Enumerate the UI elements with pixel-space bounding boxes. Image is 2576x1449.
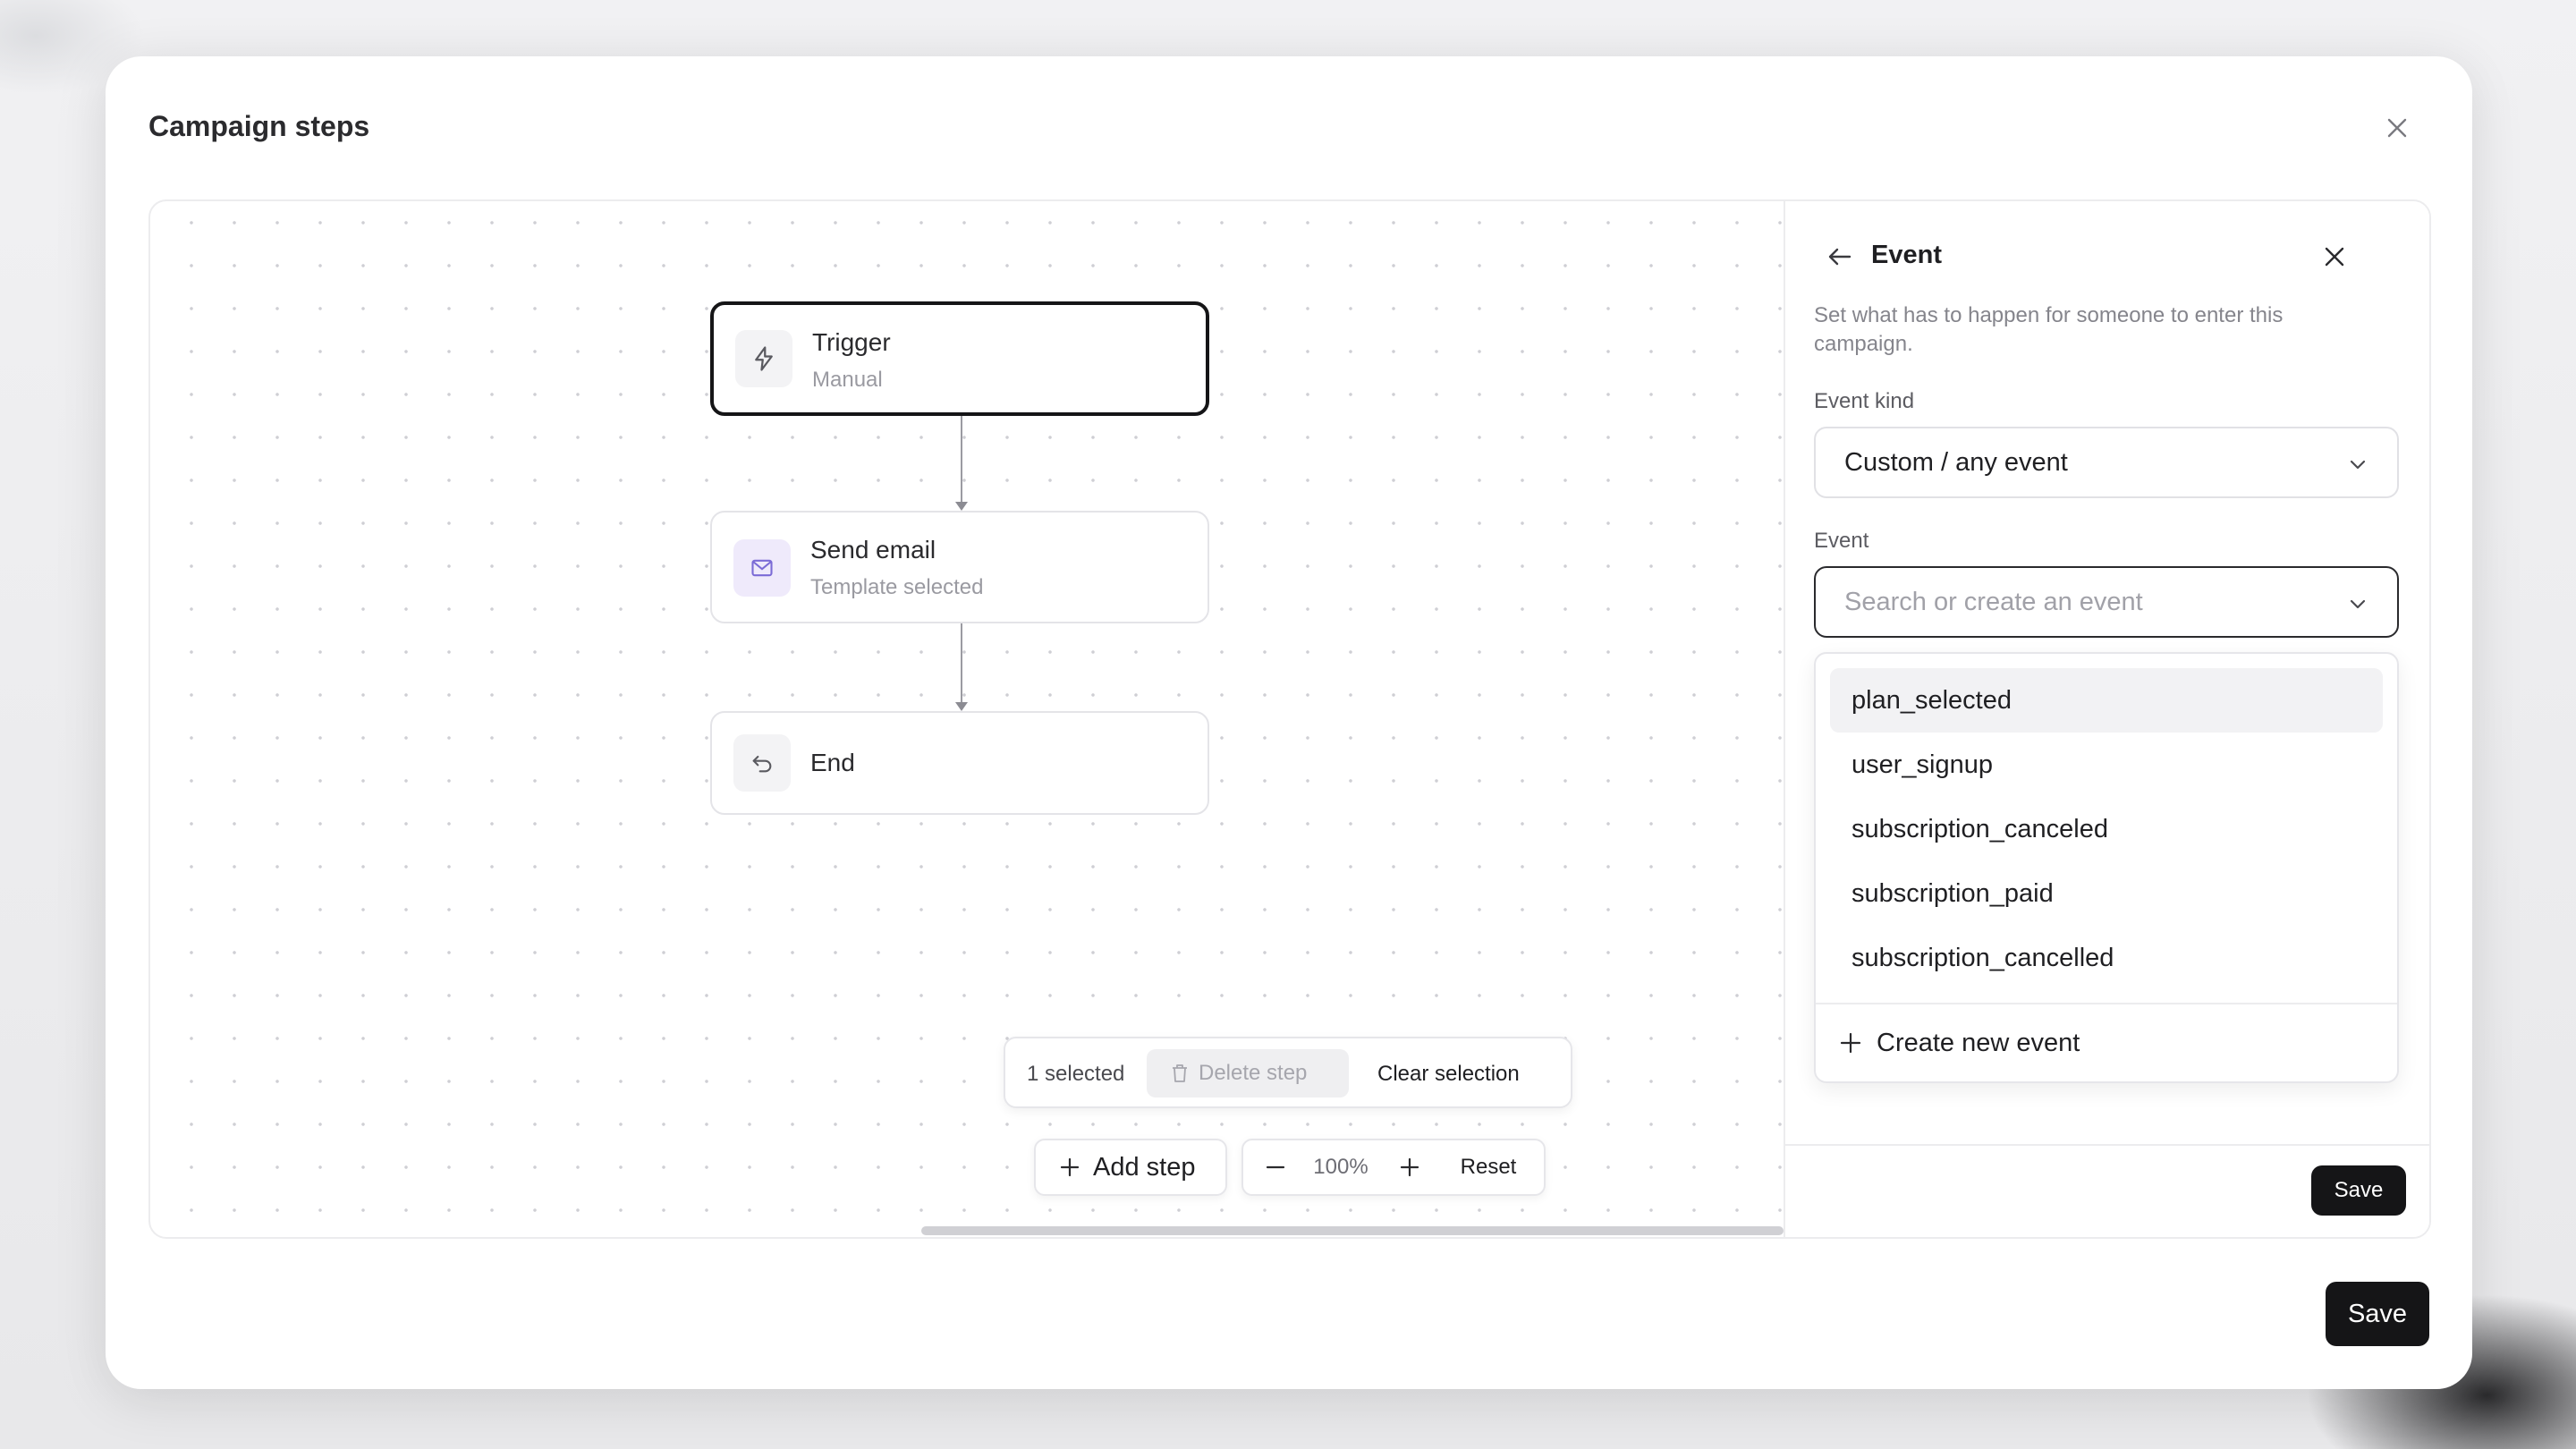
connector-arrow	[955, 502, 968, 511]
create-new-event-label: Create new event	[1877, 1028, 2080, 1057]
connector-line	[961, 623, 962, 706]
back-button[interactable]	[1821, 239, 1857, 275]
delete-step-label: Delete step	[1199, 1061, 1308, 1085]
zoom-out-button[interactable]	[1256, 1140, 1295, 1194]
close-icon	[2387, 118, 2407, 138]
event-option[interactable]: user_signup	[1830, 733, 2383, 797]
node-trigger-icon-box	[735, 330, 792, 387]
event-label: Event	[1814, 529, 1869, 553]
plus-icon	[1400, 1157, 1419, 1177]
connector-arrow	[955, 702, 968, 711]
trash-icon	[1173, 1064, 1187, 1082]
create-new-event-button[interactable]: Create new event	[1839, 1012, 2080, 1074]
dropdown-divider	[1816, 1003, 2397, 1004]
panel-close-button[interactable]	[2317, 239, 2352, 275]
modal-title: Campaign steps	[148, 110, 370, 142]
plus-icon	[1060, 1157, 1080, 1177]
event-search-select[interactable]: Search or create an event	[1814, 566, 2399, 638]
delete-step-button[interactable]: Delete step	[1147, 1049, 1349, 1097]
event-kind-label: Event kind	[1814, 389, 1915, 413]
event-option[interactable]: subscription_canceled	[1830, 797, 2383, 861]
modal-save-button[interactable]: Save	[2326, 1282, 2429, 1346]
reset-zoom-button[interactable]: Reset	[1453, 1140, 1524, 1194]
selection-bar: 1 selected Delete step Clear selection	[1004, 1037, 1572, 1108]
node-trigger[interactable]: Trigger Manual	[710, 301, 1209, 416]
event-kind-select[interactable]: Custom / any event	[1814, 427, 2399, 498]
chevron-down-icon	[2350, 460, 2366, 470]
event-option[interactable]: subscription_cancelled	[1830, 926, 2383, 990]
zoom-controls: 100% Reset	[1241, 1139, 1546, 1196]
node-end[interactable]: End	[710, 711, 1209, 815]
event-panel: Event Set what has to happen for someone…	[1784, 201, 2429, 1237]
add-step-button[interactable]: Add step	[1034, 1139, 1227, 1196]
zoom-level: 100%	[1313, 1155, 1368, 1179]
event-option[interactable]: plan_selected	[1830, 668, 2383, 733]
modal-close-button[interactable]	[2377, 108, 2417, 148]
mail-icon	[751, 559, 773, 577]
connector-line	[961, 416, 962, 505]
node-end-icon-box	[733, 734, 791, 792]
event-search-placeholder: Search or create an event	[1844, 588, 2143, 616]
zoom-in-button[interactable]	[1390, 1140, 1429, 1194]
node-send-email[interactable]: Send email Template selected	[710, 511, 1209, 623]
clear-selection-button[interactable]: Clear selection	[1377, 1062, 1520, 1087]
workspace: Trigger Manual Send email Template selec…	[148, 199, 2431, 1239]
node-title: Trigger	[812, 328, 891, 356]
arrow-left-icon	[1828, 248, 1852, 266]
panel-title: Event	[1871, 241, 1942, 269]
flow-canvas[interactable]: Trigger Manual Send email Template selec…	[150, 201, 1784, 1237]
event-option[interactable]: subscription_paid	[1830, 861, 2383, 926]
panel-save-button[interactable]: Save	[2311, 1165, 2406, 1216]
chevron-down-icon	[2350, 599, 2366, 609]
return-icon	[752, 755, 772, 773]
lightning-icon	[755, 346, 773, 371]
node-email-icon-box	[733, 539, 791, 597]
selection-count: 1 selected	[1027, 1062, 1125, 1086]
minus-icon	[1266, 1165, 1285, 1169]
close-icon	[2325, 247, 2344, 267]
plus-icon	[1840, 1032, 1861, 1054]
add-step-label: Add step	[1093, 1152, 1196, 1182]
node-subtitle: Manual	[812, 368, 883, 392]
panel-footer-divider	[1785, 1144, 2429, 1146]
node-title: End	[810, 749, 855, 776]
node-title: Send email	[810, 536, 936, 564]
node-subtitle: Template selected	[810, 575, 984, 599]
event-dropdown: plan_selected user_signup subscription_c…	[1814, 652, 2399, 1083]
campaign-steps-modal: Campaign steps Trigger Manual Send email	[106, 56, 2472, 1389]
panel-description: Set what has to happen for someone to en…	[1814, 303, 2284, 356]
horizontal-scrollbar[interactable]	[921, 1226, 1784, 1235]
event-kind-value: Custom / any event	[1844, 448, 2068, 477]
